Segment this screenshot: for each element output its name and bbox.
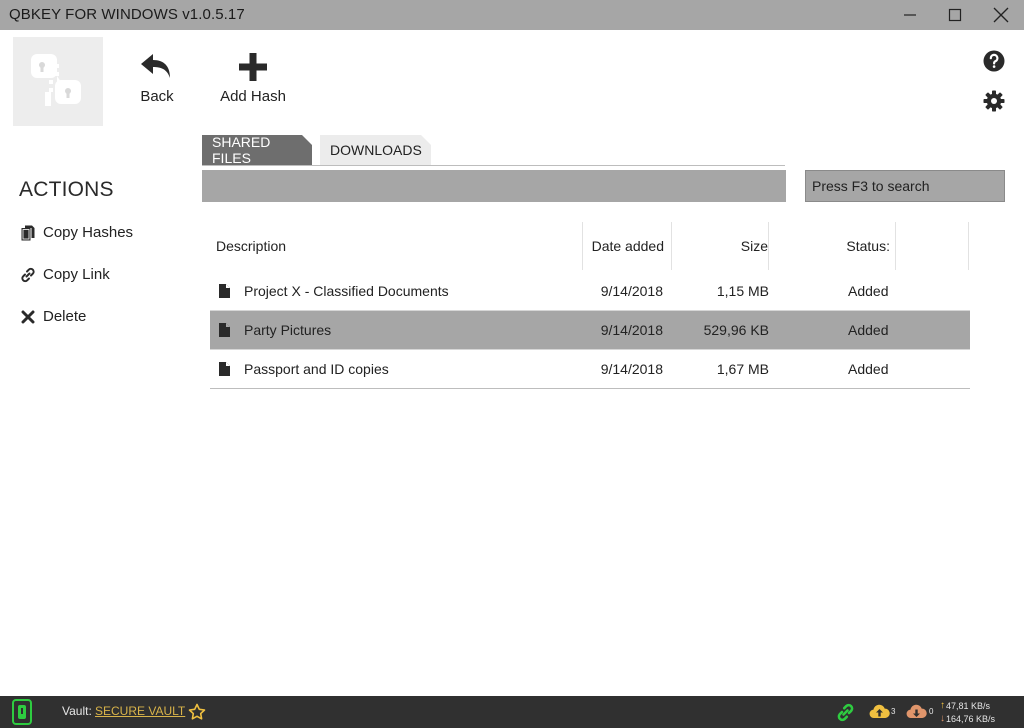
delete-label: Delete [43, 308, 87, 325]
x-icon [20, 309, 36, 325]
row-description: Party Pictures [244, 322, 332, 338]
upload-count: 3 [891, 707, 896, 716]
table-row-selected[interactable]: Party Pictures 9/14/2018 529,96 KB Added [210, 311, 970, 350]
back-button[interactable]: Back [130, 52, 184, 105]
table-row[interactable]: Project X - Classified Documents 9/14/20… [210, 272, 970, 311]
upload-rate: ↑ 47,81 KB/s [940, 700, 990, 711]
table-row[interactable]: Passport and ID copies 9/14/2018 1,67 MB… [210, 350, 970, 389]
status-bar: Vault: SECURE VAULT 3 0 ↑ 47,81 KB/s ↓ 1… [0, 696, 1024, 728]
row-size: 529,96 KB [703, 322, 769, 338]
plus-icon [239, 53, 267, 81]
maximize-icon [948, 8, 962, 22]
copy-hashes-label: Copy Hashes [43, 224, 134, 241]
copy-hashes-action[interactable]: Copy Hashes [20, 224, 133, 241]
row-size: 1,67 MB [716, 361, 769, 377]
cloud-upload-icon [869, 704, 890, 719]
search-input[interactable]: Press F3 to search [805, 170, 1005, 202]
copy-link-label: Copy Link [43, 266, 110, 283]
table-header: Description Date added Size Status: [210, 222, 970, 272]
column-header-description[interactable]: Description [216, 222, 582, 270]
row-date: 9/14/2018 [600, 361, 663, 377]
add-hash-button[interactable]: Add Hash [218, 52, 288, 105]
copy-icon [20, 225, 36, 241]
copy-link-action[interactable]: Copy Link [20, 266, 110, 283]
row-description: Project X - Classified Documents [244, 283, 449, 299]
row-size: 1,15 MB [716, 283, 769, 299]
close-button[interactable] [978, 0, 1024, 30]
up-arrow-icon: ↑ [940, 700, 945, 711]
file-icon [219, 311, 231, 349]
maximize-button[interactable] [932, 0, 978, 30]
download-rate: ↓ 164,76 KB/s [940, 713, 995, 724]
tab-downloads[interactable]: DOWNLOADS [320, 135, 431, 165]
filter-bar [202, 170, 786, 202]
star-icon[interactable] [188, 703, 206, 721]
download-count: 0 [929, 707, 934, 716]
row-date: 9/14/2018 [600, 283, 663, 299]
row-status: Added [848, 283, 889, 299]
column-header-status[interactable]: Status: [770, 222, 896, 270]
help-icon[interactable] [983, 50, 1005, 72]
tab-shared-files[interactable]: SHARED FILES [202, 135, 312, 165]
app-window: QBKEY FOR WINDOWS v1.0.5.17 Back Add Has… [0, 0, 1024, 728]
column-divider[interactable] [895, 222, 896, 270]
column-divider[interactable] [968, 222, 969, 270]
title-bar[interactable]: QBKEY FOR WINDOWS v1.0.5.17 [0, 0, 1024, 30]
vault-lock-icon[interactable] [12, 699, 32, 725]
minimize-icon [904, 14, 916, 16]
row-description: Passport and ID copies [244, 361, 389, 377]
down-arrow-icon: ↓ [940, 713, 945, 724]
download-rate-value: 164,76 KB/s [946, 713, 996, 724]
row-date: 9/14/2018 [600, 322, 663, 338]
back-label: Back [140, 88, 174, 105]
app-logo [13, 37, 103, 126]
gear-icon[interactable] [983, 90, 1005, 112]
vault-label: Vault: [62, 704, 92, 718]
row-status: Added [848, 322, 889, 338]
cloud-download-icon [906, 704, 927, 719]
vault-name-link[interactable]: SECURE VAULT [95, 704, 185, 718]
close-icon [993, 7, 1009, 23]
minimize-button[interactable] [887, 0, 933, 30]
tab-bar: SHARED FILES DOWNLOADS [202, 135, 785, 166]
row-status: Added [848, 361, 889, 377]
column-header-size[interactable]: Size [672, 222, 770, 270]
link-icon [20, 267, 36, 283]
actions-heading: ACTIONS [19, 178, 114, 201]
back-arrow-icon [141, 54, 170, 78]
window-title: QBKEY FOR WINDOWS v1.0.5.17 [9, 6, 245, 23]
file-icon [219, 272, 231, 310]
files-table: Description Date added Size Status: Proj… [210, 222, 970, 389]
file-icon [219, 350, 231, 388]
column-header-date-added[interactable]: Date added [582, 222, 672, 270]
delete-action[interactable]: Delete [20, 308, 86, 325]
upload-rate-value: 47,81 KB/s [946, 700, 991, 711]
column-divider[interactable] [768, 222, 769, 270]
qbkey-logo-icon [31, 54, 81, 106]
add-hash-label: Add Hash [220, 88, 286, 105]
connection-link-icon[interactable] [836, 703, 855, 722]
